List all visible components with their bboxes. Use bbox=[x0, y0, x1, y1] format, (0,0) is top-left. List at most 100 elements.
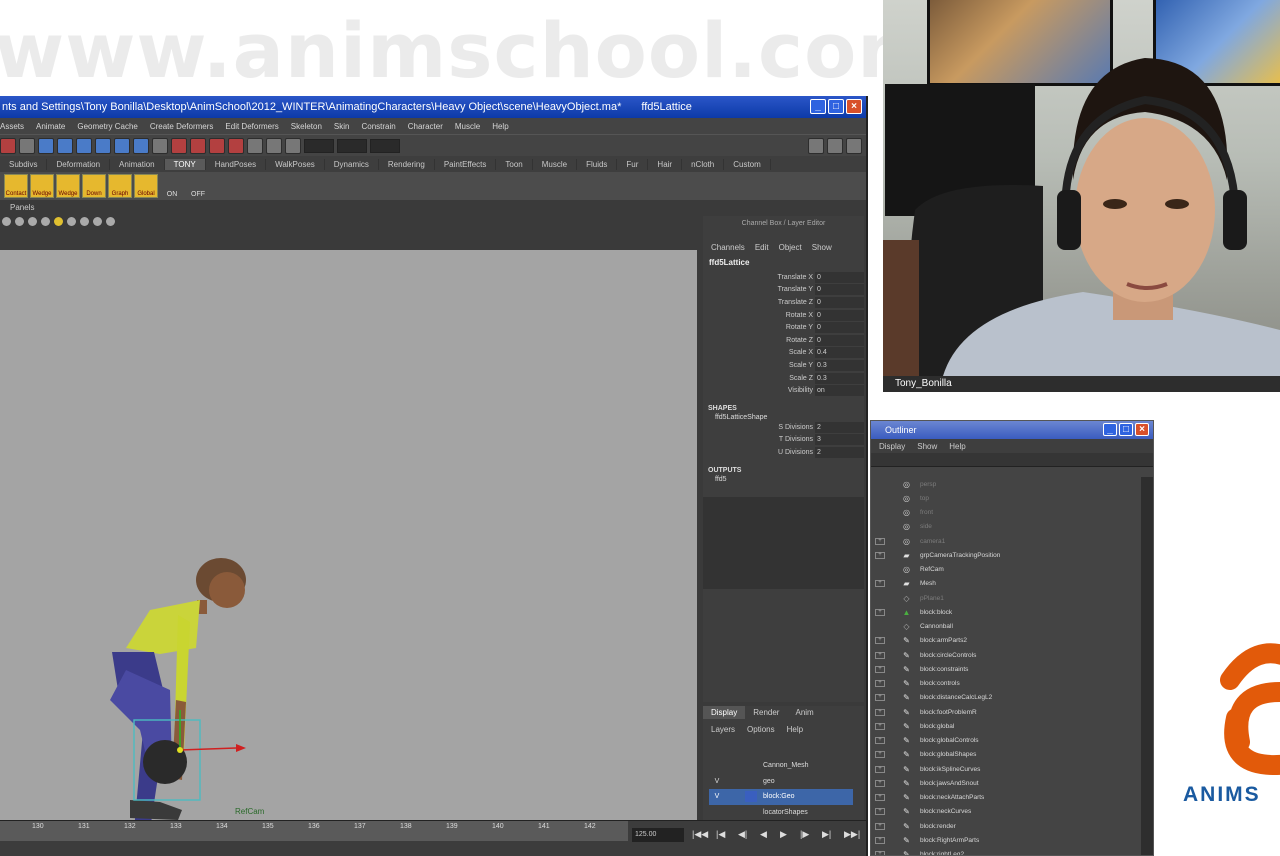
panels-menu[interactable]: Panels bbox=[10, 203, 34, 212]
shelf-button[interactable]: Global bbox=[134, 174, 158, 198]
expand-toggle[interactable]: + bbox=[875, 822, 885, 830]
attribute-value[interactable]: 0.3 bbox=[815, 359, 864, 371]
layer-visibility-toggle[interactable]: V bbox=[709, 778, 725, 785]
select-mode-icon[interactable] bbox=[19, 137, 35, 154]
layer-editor-menu-item[interactable]: Layers bbox=[711, 725, 735, 734]
expand-toggle[interactable]: + bbox=[875, 608, 885, 616]
outliner-item[interactable]: + ✎ block:circleControls bbox=[871, 648, 1143, 662]
attribute-value[interactable]: 0 bbox=[815, 309, 864, 321]
maximize-button[interactable]: □ bbox=[828, 99, 844, 114]
step-forward-key-icon[interactable]: ▶| bbox=[822, 829, 831, 840]
outliner-item[interactable]: + ✎ block:RightArmParts bbox=[871, 833, 1143, 847]
layer-color-swatch[interactable] bbox=[745, 776, 757, 787]
mask-joint-icon[interactable] bbox=[133, 137, 149, 154]
time-ruler[interactable]: 130 131 132 133 134 135 136 137 138 139 140 141 142 bbox=[0, 821, 628, 841]
channel-attribute-row[interactable]: Visibility on bbox=[703, 384, 864, 397]
input-line-icon[interactable] bbox=[247, 137, 263, 154]
shelf-button[interactable]: Wedge bbox=[56, 174, 80, 198]
expand-toggle[interactable]: + bbox=[875, 694, 885, 702]
channel-box-menu[interactable]: Show bbox=[812, 243, 832, 252]
shelf-tab[interactable]: Deformation bbox=[47, 158, 111, 170]
channel-attribute-row[interactable]: Translate Z0 bbox=[703, 296, 864, 309]
expand-toggle[interactable]: + bbox=[875, 794, 885, 802]
render-settings-icon[interactable] bbox=[209, 137, 225, 154]
character-rig[interactable] bbox=[0, 250, 697, 856]
menu-item[interactable]: Animate bbox=[36, 122, 65, 131]
expand-toggle[interactable]: + bbox=[875, 580, 885, 588]
channel-attribute-row[interactable]: Rotate Y0 bbox=[703, 321, 864, 334]
attribute-value[interactable]: 0 bbox=[815, 271, 864, 283]
expand-toggle[interactable]: + bbox=[875, 665, 885, 673]
channel-attribute-row[interactable]: T Divisions 3 bbox=[703, 434, 864, 447]
shelf-button[interactable]: ON bbox=[160, 174, 184, 198]
menu-item[interactable]: Character bbox=[408, 122, 443, 131]
outliner-menu-item[interactable]: Display bbox=[879, 442, 905, 451]
snap-plane-icon[interactable] bbox=[95, 137, 111, 154]
step-forward-icon[interactable]: |▶ bbox=[800, 829, 809, 840]
menu-item[interactable]: Skeleton bbox=[291, 122, 322, 131]
outliner-scrollbar[interactable] bbox=[1141, 477, 1153, 855]
numeric-input-field[interactable] bbox=[304, 138, 334, 153]
outliner-item[interactable]: + ✎ block:render bbox=[871, 819, 1143, 833]
layer-row[interactable]: Vgeo bbox=[709, 774, 853, 790]
shelf-tab[interactable]: nCloth bbox=[682, 158, 725, 170]
expand-toggle[interactable]: + bbox=[875, 751, 885, 759]
expand-toggle[interactable]: + bbox=[875, 836, 885, 844]
hypershade-icon[interactable] bbox=[228, 137, 244, 154]
layer-editor-tab[interactable]: Render bbox=[745, 706, 787, 719]
shelf-tab[interactable]: Animation bbox=[110, 158, 165, 170]
input-list-icon[interactable] bbox=[266, 137, 282, 154]
shelf-button[interactable]: OFF bbox=[186, 174, 210, 198]
channel-box-icon[interactable] bbox=[846, 137, 862, 154]
step-back-key-icon[interactable]: |◀ bbox=[716, 829, 725, 840]
outliner-item[interactable]: + ✎ block:rightLeg2 bbox=[871, 848, 1143, 855]
output-node-name[interactable]: ffd5 bbox=[703, 474, 864, 483]
attribute-value[interactable]: 2 bbox=[815, 446, 864, 458]
shelf-button[interactable]: Graph bbox=[108, 174, 132, 198]
outliner-item[interactable]: ◎ RefCam bbox=[871, 563, 1143, 577]
input-field-icon[interactable] bbox=[285, 137, 301, 154]
step-back-icon[interactable]: ◀| bbox=[738, 829, 747, 840]
shelf-tab[interactable]: TONY bbox=[164, 158, 206, 170]
channel-attribute-row[interactable]: Scale Z 0.3 bbox=[703, 372, 864, 385]
outliner-filter-field[interactable] bbox=[871, 453, 1153, 467]
outliner-item[interactable]: ◎ side bbox=[871, 520, 1143, 534]
maximize-button[interactable]: □ bbox=[1119, 423, 1133, 436]
expand-toggle[interactable]: + bbox=[875, 808, 885, 816]
attribute-value[interactable]: 0.3 bbox=[815, 372, 864, 384]
attribute-value[interactable]: 0 bbox=[815, 296, 864, 308]
maya-title-bar[interactable]: nts and Settings\Tony Bonilla\Desktop\An… bbox=[0, 96, 866, 118]
go-to-end-icon[interactable]: ▶▶| bbox=[844, 829, 860, 840]
shelf-tab[interactable]: Fluids bbox=[577, 158, 618, 170]
numeric-input-field[interactable] bbox=[370, 138, 400, 153]
outliner-title-bar[interactable]: Outliner _ □ × bbox=[871, 421, 1153, 439]
attribute-value[interactable]: 3 bbox=[815, 434, 864, 446]
shelf-tab[interactable]: HandPoses bbox=[206, 158, 267, 170]
outliner-item[interactable]: + ✎ block:global bbox=[871, 719, 1143, 733]
snap-curve-icon[interactable] bbox=[57, 137, 73, 154]
expand-toggle[interactable]: + bbox=[875, 651, 885, 659]
shelf-tab[interactable]: Muscle bbox=[533, 158, 578, 170]
shelf-button[interactable]: Contact bbox=[4, 174, 28, 198]
play-forwards-icon[interactable]: ▶ bbox=[780, 829, 787, 840]
smooth-shade-icon[interactable] bbox=[28, 216, 37, 226]
outliner-item[interactable]: + ✎ block:neckCurves bbox=[871, 805, 1143, 819]
current-frame-field[interactable]: 125.00 bbox=[632, 828, 684, 842]
channel-box-node-name[interactable]: ffd5Lattice bbox=[703, 252, 864, 267]
layer-row[interactable]: locatorShapes bbox=[709, 805, 853, 821]
close-button[interactable]: × bbox=[846, 99, 862, 114]
outliner-item[interactable]: ◎ persp bbox=[871, 477, 1143, 491]
mode-icon[interactable] bbox=[0, 137, 16, 154]
attribute-value[interactable]: on bbox=[815, 385, 864, 397]
layer-editor-menu-item[interactable]: Options bbox=[747, 725, 775, 734]
play-backwards-icon[interactable]: ◀ bbox=[760, 829, 767, 840]
expand-toggle[interactable]: + bbox=[875, 537, 885, 545]
xray-icon[interactable] bbox=[93, 216, 102, 226]
snap-grid-icon[interactable] bbox=[38, 137, 54, 154]
go-to-start-icon[interactable]: |◀◀ bbox=[692, 829, 708, 840]
layer-visibility-toggle[interactable]: V bbox=[709, 793, 725, 800]
light-icon[interactable] bbox=[54, 216, 63, 226]
expand-toggle[interactable]: + bbox=[875, 722, 885, 730]
shelf-button[interactable]: Down bbox=[82, 174, 106, 198]
shelf-button[interactable]: Wedge bbox=[30, 174, 54, 198]
